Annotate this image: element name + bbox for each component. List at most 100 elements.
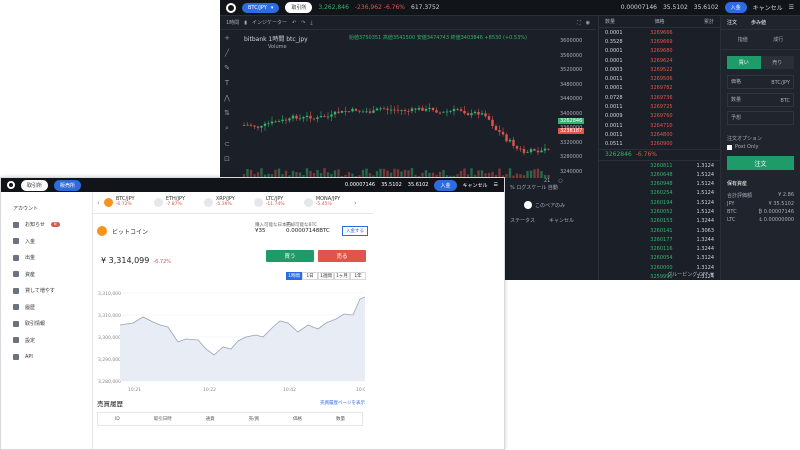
candle-type-icon[interactable]: ▮ [244, 20, 247, 26]
fullscreen-icon[interactable]: ⛶ [577, 20, 581, 26]
range-button[interactable]: 1週間 [318, 272, 334, 280]
ask-row[interactable]: 0.0003 3269522 [599, 65, 720, 74]
cancel-link[interactable]: キャンセル [753, 3, 783, 12]
price-field[interactable]: 価格 BTC/JPY [727, 75, 794, 89]
range-button[interactable]: 1時間 [286, 272, 302, 280]
lock-icon[interactable]: ⊡ [224, 155, 230, 163]
camera-icon[interactable]: ◉ [586, 20, 590, 26]
buy-button[interactable]: 買う [266, 250, 314, 262]
text-icon[interactable]: T [225, 79, 229, 87]
ask-row[interactable]: 0.0011 3269506 [599, 74, 720, 83]
sidebar-item-label: 貸して増やす [25, 288, 55, 295]
ask-row[interactable]: 0.0009 3269760 [599, 112, 720, 121]
order-button[interactable]: 注文 [727, 156, 794, 170]
only-pair-toggle[interactable]: このペアのみ [510, 201, 598, 209]
ask-row[interactable]: 0.0011 3269725 [599, 102, 720, 111]
trendline-icon[interactable]: ╱ [225, 49, 229, 57]
bid-row[interactable]: 3260153 1.3244 [599, 217, 720, 226]
redo-icon[interactable]: ↷ [301, 20, 305, 26]
bid-row[interactable]: 3260054 1.3124 [599, 254, 720, 263]
sidebar-item-lend[interactable]: 貸して増やす [1, 283, 92, 300]
sidebar-item-withdraw[interactable]: 出金 [1, 250, 92, 267]
bid-row[interactable]: 3260177 1.3244 [599, 235, 720, 244]
ask-price: 3269506 [650, 76, 673, 83]
ask-row[interactable]: 0.0001 3269680 [599, 47, 720, 56]
log-scale-toggle[interactable]: % ログスケール 自動 [510, 184, 598, 191]
bid-row[interactable]: 3260648 1.5124 [599, 170, 720, 179]
ask-row[interactable]: 0.0011 3264710 [599, 121, 720, 130]
ask-row[interactable]: 0.0511 3260900 [599, 140, 720, 149]
sidebar-item-bell[interactable]: お知らせ 8 [1, 217, 92, 234]
post-only-checkbox[interactable]: Post Only [721, 144, 800, 150]
ask-row[interactable]: 0.3528 3269669 [599, 37, 720, 46]
ask-row[interactable]: 0.0011 3264800 [599, 130, 720, 139]
deposit-link-button[interactable]: 入金する [342, 226, 368, 236]
crosshair-icon[interactable]: + [224, 34, 230, 42]
ask-row[interactable]: 0.0001 3269624 [599, 56, 720, 65]
undo-icon[interactable]: ↶ [292, 20, 296, 26]
candle [491, 116, 494, 129]
sell-toggle[interactable]: 売り [760, 56, 794, 69]
pair-tab[interactable]: BTC/JPY -6.72% [103, 197, 150, 208]
pair-tab[interactable]: ETH/JPY -7.87% [153, 197, 200, 208]
bid-row[interactable]: 3260116 1.3244 [599, 245, 720, 254]
view-selector[interactable]: 取引所 [285, 2, 313, 13]
prev-pair-icon[interactable]: ‹ [97, 199, 100, 207]
magnet-icon[interactable]: ⊂ [224, 140, 230, 148]
front-cancel-link[interactable]: キャンセル [463, 182, 488, 189]
sidebar-item-gear[interactable]: 設定 [1, 332, 92, 349]
zoom-icon[interactable]: ⌕ [225, 124, 229, 133]
tab-limit[interactable]: 指値 [738, 36, 748, 43]
pair-tab[interactable]: XRP/JPY -5.39% [203, 197, 250, 208]
save-icon[interactable]: ⤓ [310, 20, 312, 26]
front-balance-1: 0.00007146 [344, 182, 376, 188]
buy-toggle[interactable]: 買い [727, 56, 761, 69]
brush-icon[interactable]: ✎ [224, 64, 230, 72]
sidebar-item-account[interactable]: アカウント [1, 200, 92, 217]
bid-row[interactable]: 3260194 1.5124 [599, 198, 720, 207]
candle [508, 138, 512, 144]
measure-icon[interactable]: ⇅ [224, 109, 230, 117]
ticker-value: 617.3752 [411, 4, 440, 11]
tab-order[interactable]: 注文 [727, 19, 737, 26]
front-deposit-button[interactable]: 入金 [434, 179, 457, 191]
sidebar-item-history[interactable]: 履歴 [1, 299, 92, 316]
sidebar-item-asset[interactable]: 資産 [1, 266, 92, 283]
deposit-button[interactable]: 入金 [724, 2, 747, 13]
next-pair-icon[interactable]: › [354, 199, 357, 207]
sell-button[interactable]: 売る [318, 250, 366, 262]
pair-tab[interactable]: LTC/JPY -11.74% [253, 197, 300, 208]
front-menu-icon[interactable]: ☰ [494, 182, 498, 188]
grouping-select[interactable]: グルーピング OFF ▼ [667, 271, 714, 278]
sidebar-item-deposit[interactable]: 入金 [1, 233, 92, 250]
exchange-tab[interactable]: 取引所 [21, 179, 49, 191]
sales-tab[interactable]: 販売所 [54, 179, 82, 191]
pair-selector[interactable]: BTC/JPY ▾ [242, 2, 280, 13]
tab-trades[interactable]: 歩み値 [751, 19, 766, 26]
range-button[interactable]: 1年 [350, 272, 366, 280]
bid-row[interactable]: 3260254 1.5124 [599, 189, 720, 198]
range-button[interactable]: 1日 [302, 272, 318, 280]
ask-row[interactable]: 0.0001 3269782 [599, 84, 720, 93]
range-button[interactable]: 1ヶ月 [334, 272, 350, 280]
ask-row[interactable]: 0.0001 3269666 [599, 28, 720, 37]
pair-tab[interactable]: MONA/JPY -5.45% [303, 197, 350, 208]
menu-icon[interactable]: ☰ [789, 4, 794, 11]
tab-market[interactable]: 成行 [773, 36, 783, 43]
qty-field-label: 数量 [731, 97, 742, 103]
sidebar-item-api[interactable]: API [1, 349, 92, 366]
bid-row[interactable]: 3260141 1.3063 [599, 226, 720, 235]
pattern-icon[interactable]: ⋀ [224, 94, 230, 102]
history-link[interactable]: 売買履歴ページを表示 [320, 400, 365, 406]
bid-row[interactable]: 3260948 1.5124 [599, 179, 720, 188]
candle [319, 111, 323, 118]
bid-row[interactable]: 3260811 1.3124 [599, 161, 720, 170]
bid-row[interactable]: 3260052 1.5124 [599, 207, 720, 216]
timeframe-button[interactable]: 1時間 [226, 19, 239, 26]
candlestick-chart[interactable]: bitbank 1時間 btc_jpy 始値3750351 高値3541500 … [234, 30, 596, 180]
indicator-button[interactable]: インジケーター [252, 19, 287, 26]
ask-qty: 0.0011 [605, 104, 623, 111]
sidebar-item-info[interactable]: 取引情報 [1, 316, 92, 333]
qty-field[interactable]: 数量 BTC [727, 93, 794, 107]
ask-row[interactable]: 0.0728 3269736 [599, 93, 720, 102]
